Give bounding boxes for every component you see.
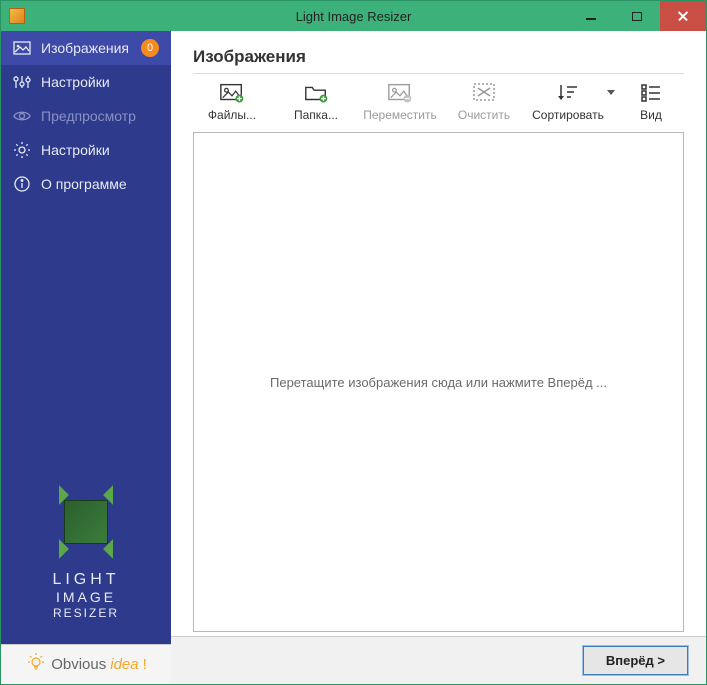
logo-line1: LIGHT	[52, 570, 119, 589]
tool-label: Папка...	[294, 108, 338, 122]
sidebar-item-label: О программе	[41, 176, 127, 192]
sliders-icon	[13, 73, 31, 91]
next-button[interactable]: Вперёд >	[583, 646, 688, 675]
brand-footer[interactable]: Obviousidea!	[1, 644, 171, 684]
sidebar-item-options[interactable]: Настройки	[1, 65, 171, 99]
sidebar-item-label: Изображения	[41, 40, 129, 56]
dropzone-hint: Перетащите изображения сюда или нажмите …	[270, 375, 607, 390]
minimize-button[interactable]	[568, 1, 614, 31]
main-panel: Изображения Файлы... Папка...	[171, 31, 706, 684]
tool-label: Вид	[640, 108, 662, 122]
clear-button[interactable]: Очистить	[445, 82, 523, 122]
tool-label: Сортировать	[532, 108, 604, 122]
folder-add-icon	[303, 82, 329, 104]
brand-text-2: idea	[110, 656, 138, 673]
window-body: Изображения 0 Настройки Предпросмотр	[1, 31, 706, 684]
logo-text: LIGHT IMAGE RESIZER	[52, 570, 119, 620]
logo-graphic	[54, 490, 118, 554]
footer-bar: Вперёд >	[171, 636, 706, 684]
image-dropzone[interactable]: Перетащите изображения сюда или нажмите …	[193, 132, 684, 632]
window-controls	[568, 1, 706, 31]
tool-label: Переместить	[363, 108, 437, 122]
add-folder-button[interactable]: Папка...	[277, 82, 355, 122]
image-add-icon	[219, 82, 245, 104]
clear-icon	[471, 82, 497, 104]
app-window: Light Image Resizer Изображения 0 Настро…	[0, 0, 707, 685]
images-icon	[13, 39, 31, 57]
gear-icon	[13, 141, 31, 159]
info-icon	[13, 175, 31, 193]
sort-button[interactable]: Сортировать	[529, 82, 607, 122]
close-button[interactable]	[660, 1, 706, 31]
view-list-icon	[638, 82, 664, 104]
sidebar-item-images[interactable]: Изображения 0	[1, 31, 171, 65]
tool-label: Файлы...	[208, 108, 256, 122]
sort-button-group: Сортировать	[529, 82, 621, 122]
app-icon	[9, 8, 25, 24]
toolbar: Файлы... Папка... Переместить	[193, 74, 684, 132]
eye-icon	[13, 107, 31, 125]
main-content: Изображения Файлы... Папка...	[171, 31, 706, 636]
sidebar: Изображения 0 Настройки Предпросмотр	[1, 31, 171, 684]
page-title: Изображения	[193, 47, 684, 74]
brand-text-3: !	[143, 656, 147, 673]
sidebar-item-settings[interactable]: Настройки	[1, 133, 171, 167]
images-count-badge: 0	[141, 39, 159, 57]
maximize-button[interactable]	[614, 1, 660, 31]
sidebar-item-label: Предпросмотр	[41, 108, 136, 124]
bulb-icon	[25, 652, 47, 677]
logo-line2: IMAGE	[52, 589, 119, 606]
sort-icon	[555, 82, 581, 104]
titlebar[interactable]: Light Image Resizer	[1, 1, 706, 31]
tool-label: Очистить	[458, 108, 510, 122]
sort-dropdown-caret[interactable]	[607, 90, 615, 95]
image-remove-icon	[387, 82, 413, 104]
sidebar-item-label: Настройки	[41, 74, 110, 90]
sidebar-item-about[interactable]: О программе	[1, 167, 171, 201]
move-button[interactable]: Переместить	[361, 82, 439, 122]
sidebar-item-label: Настройки	[41, 142, 110, 158]
view-button[interactable]: Вид	[627, 82, 675, 122]
logo-line3: RESIZER	[52, 606, 119, 620]
add-files-button[interactable]: Файлы...	[193, 82, 271, 122]
sidebar-logo: LIGHT IMAGE RESIZER	[1, 470, 171, 644]
sidebar-item-preview: Предпросмотр	[1, 99, 171, 133]
brand-text-1: Obvious	[51, 656, 106, 673]
